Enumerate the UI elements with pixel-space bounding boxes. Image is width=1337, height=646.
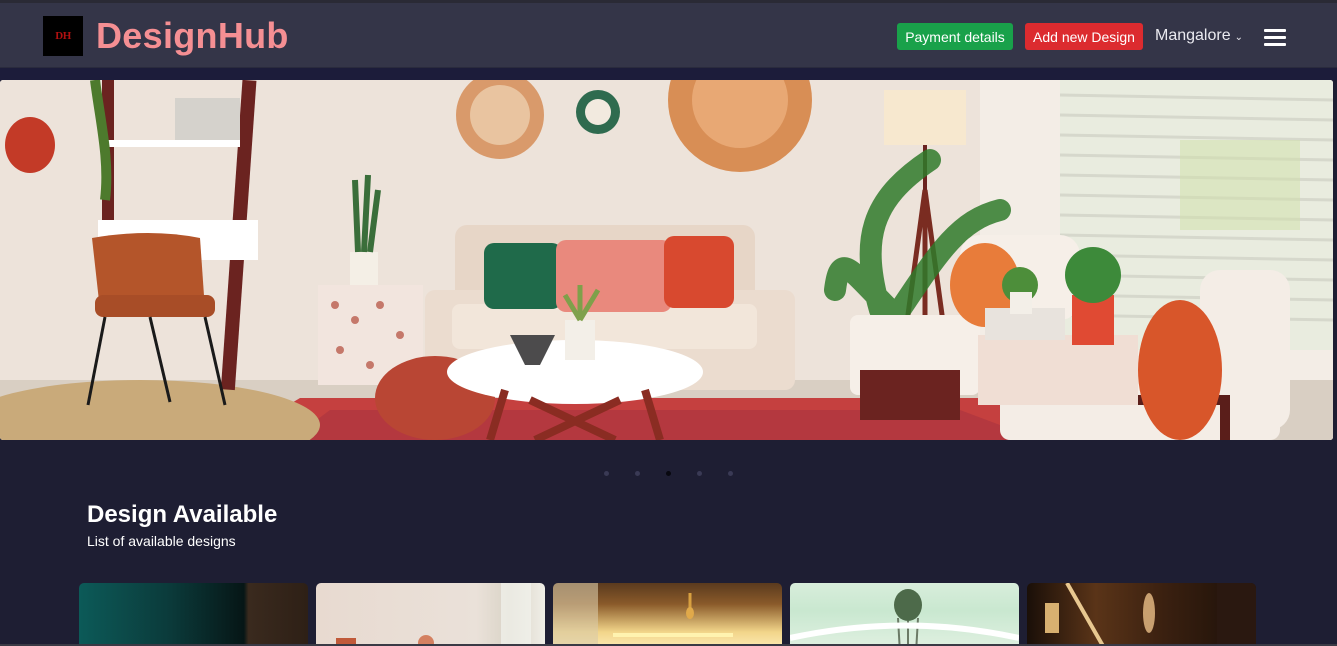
carousel-dot-3[interactable]	[666, 471, 671, 476]
card-image	[336, 583, 531, 646]
location-dropdown[interactable]: Mangalore ⌄	[1155, 27, 1243, 45]
card-image	[790, 589, 1019, 646]
design-card[interactable]	[553, 583, 782, 646]
logo[interactable]: DH	[43, 16, 83, 56]
card-image	[1045, 583, 1256, 646]
add-new-design-button[interactable]: Add new Design	[1025, 23, 1143, 50]
payment-details-button[interactable]: Payment details	[897, 23, 1013, 50]
carousel-dot-4[interactable]	[697, 471, 702, 476]
hamburger-icon[interactable]	[1264, 29, 1286, 47]
design-card[interactable]	[1027, 583, 1256, 646]
carousel-dot-1[interactable]	[604, 471, 609, 476]
chevron-down-icon: ⌄	[1234, 31, 1243, 43]
card-image	[553, 583, 733, 646]
design-card[interactable]	[316, 583, 545, 646]
brand-name[interactable]: DesignHub	[96, 15, 289, 57]
section-title: Design Available	[87, 501, 278, 528]
carousel-dot-5[interactable]	[728, 471, 733, 476]
header-band	[0, 68, 1337, 80]
carousel-indicators	[604, 471, 733, 476]
section-subtitle: List of available designs	[87, 533, 236, 549]
carousel-dot-2[interactable]	[635, 471, 640, 476]
hero-carousel-image[interactable]	[0, 80, 1333, 440]
design-card[interactable]	[790, 583, 1019, 646]
design-card[interactable]	[79, 583, 308, 646]
location-label: Mangalore	[1155, 27, 1231, 44]
logo-text: DH	[55, 30, 71, 42]
design-card-list	[79, 583, 1256, 646]
navbar: DH DesignHub Payment details Add new Des…	[0, 3, 1337, 68]
hero-image	[0, 80, 1333, 440]
